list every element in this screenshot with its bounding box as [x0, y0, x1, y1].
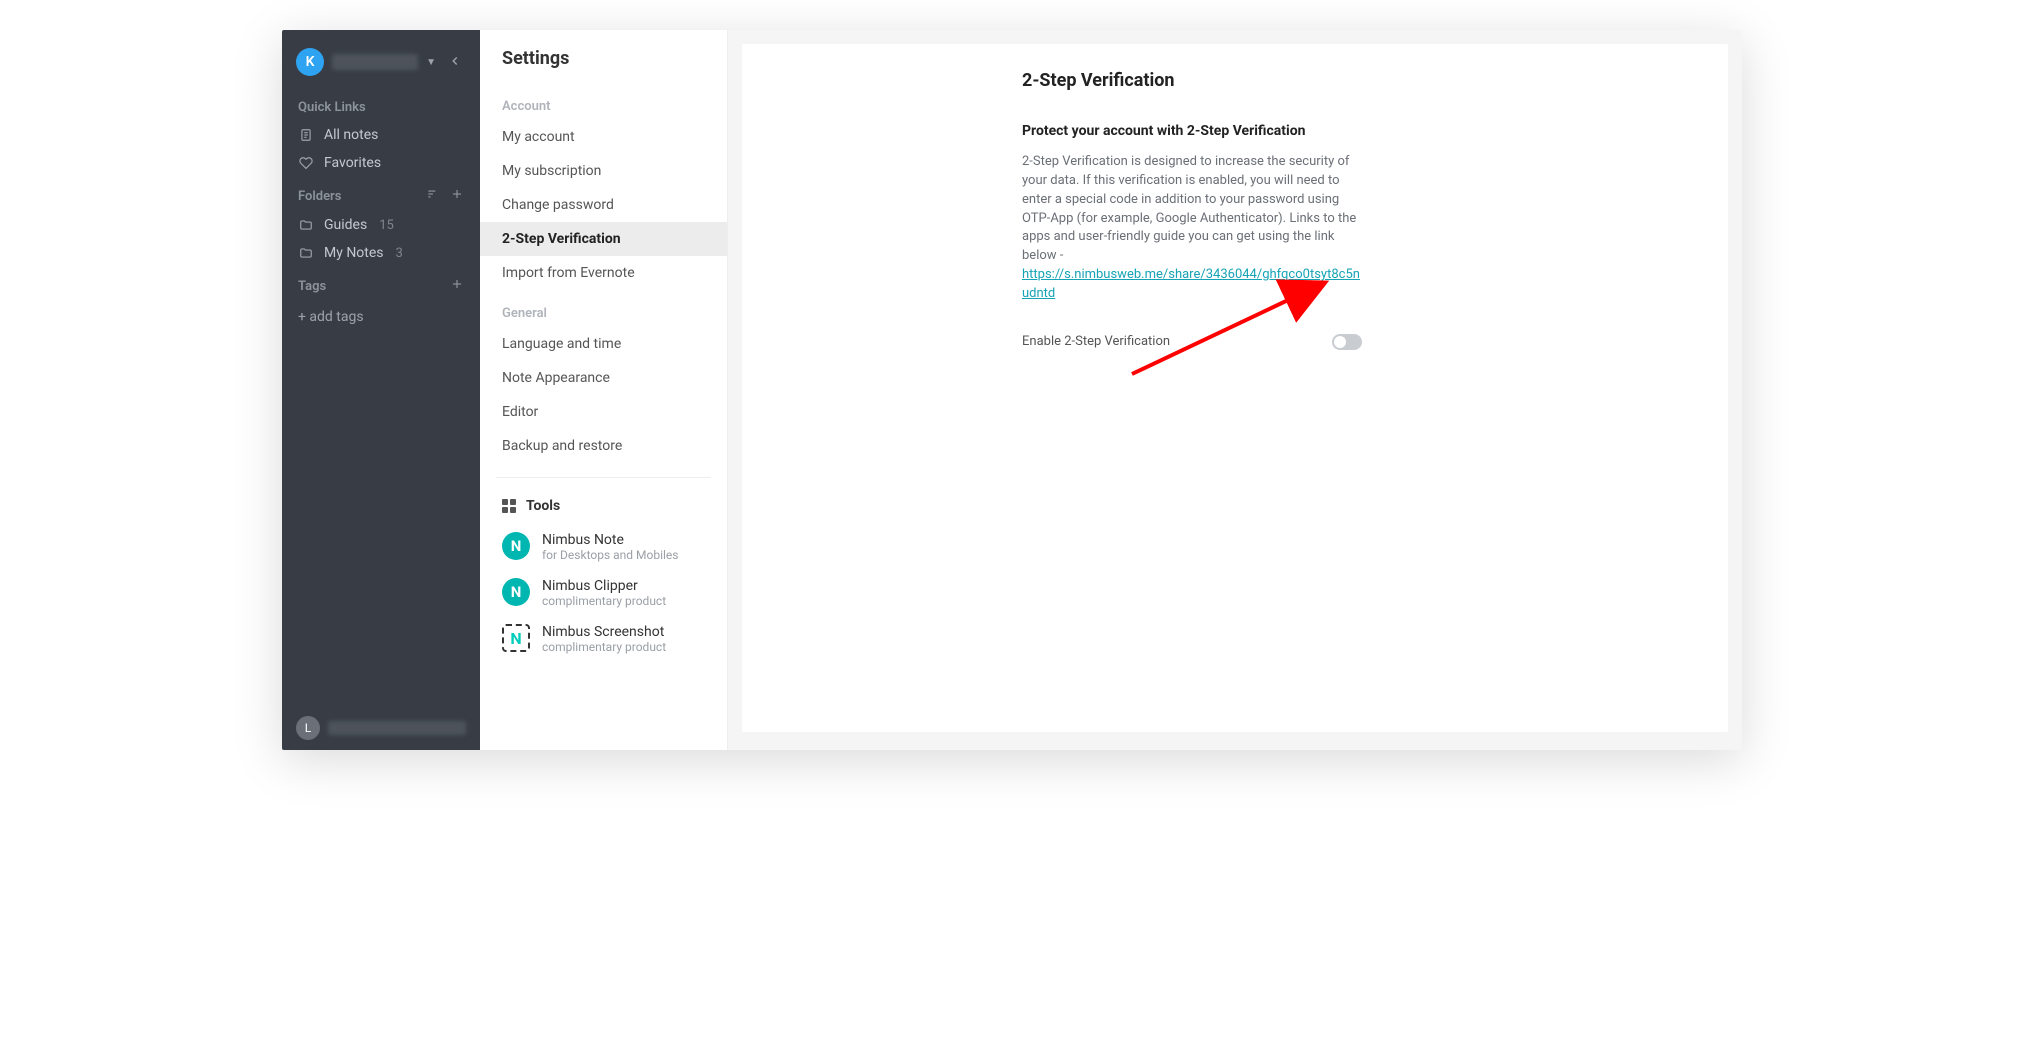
- settings-item-import-evernote[interactable]: Import from Evernote: [480, 256, 727, 290]
- tool-nimbus-screenshot[interactable]: N Nimbus Screenshot complimentary produc…: [480, 616, 727, 662]
- quick-links-label: Quick Links: [298, 100, 366, 115]
- note-icon: [298, 127, 314, 143]
- heart-icon: [298, 155, 314, 171]
- folders-label: Folders: [298, 189, 341, 204]
- settings-item-language-time[interactable]: Language and time: [480, 327, 727, 361]
- settings-item-my-subscription[interactable]: My subscription: [480, 154, 727, 188]
- secondary-name-redacted: [328, 721, 466, 735]
- tool-sub: complimentary product: [542, 594, 666, 608]
- add-tags-button[interactable]: + add tags: [282, 301, 480, 333]
- user-menu[interactable]: K ▼: [282, 42, 480, 90]
- nimbus-clipper-icon: N: [502, 578, 530, 606]
- add-folder-icon[interactable]: [450, 187, 464, 205]
- folder-item-guides[interactable]: Guides 15: [282, 211, 480, 239]
- sidebar-item-favorites[interactable]: Favorites: [282, 149, 480, 177]
- group-label-account: Account: [480, 93, 727, 120]
- sidebar-item-label: All notes: [324, 127, 378, 143]
- settings-item-backup-restore[interactable]: Backup and restore: [480, 429, 727, 463]
- tools-header: Tools: [480, 492, 727, 524]
- sort-icon[interactable]: [426, 187, 440, 205]
- settings-item-my-account[interactable]: My account: [480, 120, 727, 154]
- group-label-general: General: [480, 300, 727, 327]
- app-window: K ▼ Quick Links All notes Favorites Fold…: [282, 30, 1742, 750]
- secondary-avatar: L: [296, 716, 320, 740]
- tool-title: Nimbus Screenshot: [542, 624, 666, 640]
- caret-down-icon[interactable]: ▼: [426, 57, 436, 68]
- description-text: 2-Step Verification is designed to incre…: [1022, 154, 1356, 263]
- nimbus-screenshot-icon: N: [502, 624, 530, 652]
- folders-header: Folders: [282, 177, 480, 211]
- toggle-label: Enable 2-Step Verification: [1022, 334, 1170, 349]
- sidebar-item-all-notes[interactable]: All notes: [282, 121, 480, 149]
- folder-icon: [298, 245, 314, 261]
- content-card: 2-Step Verification Protect your account…: [742, 44, 1728, 732]
- page-subheading: Protect your account with 2-Step Verific…: [1022, 123, 1688, 139]
- help-link[interactable]: https://s.nimbusweb.me/share/3436044/ghf…: [1022, 267, 1360, 301]
- enable-2fa-row: Enable 2-Step Verification: [1022, 334, 1362, 350]
- separator: [496, 477, 711, 478]
- settings-sidebar: Settings Account My account My subscript…: [480, 30, 728, 750]
- tags-label: Tags: [298, 279, 326, 294]
- page-title: 2-Step Verification: [1022, 70, 1688, 91]
- folder-name: My Notes: [324, 245, 384, 261]
- settings-item-note-appearance[interactable]: Note Appearance: [480, 361, 727, 395]
- tool-title: Nimbus Note: [542, 532, 678, 548]
- folder-name: Guides: [324, 217, 367, 233]
- content-area: 2-Step Verification Protect your account…: [728, 30, 1742, 750]
- tool-nimbus-note[interactable]: N Nimbus Note for Desktops and Mobiles: [480, 524, 727, 570]
- secondary-user[interactable]: L: [282, 716, 480, 740]
- folder-icon: [298, 217, 314, 233]
- tool-title: Nimbus Clipper: [542, 578, 666, 594]
- settings-item-2step[interactable]: 2-Step Verification: [480, 222, 727, 256]
- tags-header: Tags: [282, 267, 480, 301]
- add-tag-icon[interactable]: [450, 277, 464, 295]
- user-avatar: K: [296, 48, 324, 76]
- settings-item-editor[interactable]: Editor: [480, 395, 727, 429]
- quick-links-header: Quick Links: [282, 90, 480, 121]
- toggle-knob: [1334, 336, 1346, 348]
- tool-nimbus-clipper[interactable]: N Nimbus Clipper complimentary product: [480, 570, 727, 616]
- page-description: 2-Step Verification is designed to incre…: [1022, 153, 1362, 304]
- user-name-redacted: [332, 54, 418, 70]
- folder-count: 15: [379, 218, 394, 233]
- collapse-sidebar-icon[interactable]: [444, 52, 466, 73]
- enable-2fa-toggle[interactable]: [1332, 334, 1362, 350]
- settings-item-change-password[interactable]: Change password: [480, 188, 727, 222]
- nimbus-note-icon: N: [502, 532, 530, 560]
- folder-count: 3: [396, 246, 403, 261]
- primary-sidebar: K ▼ Quick Links All notes Favorites Fold…: [282, 30, 480, 750]
- settings-title: Settings: [480, 48, 727, 93]
- grid-icon: [502, 499, 516, 513]
- tools-label: Tools: [526, 498, 560, 514]
- sidebar-item-label: Favorites: [324, 155, 381, 171]
- folder-item-my-notes[interactable]: My Notes 3: [282, 239, 480, 267]
- tool-sub: complimentary product: [542, 640, 666, 654]
- tool-sub: for Desktops and Mobiles: [542, 548, 678, 562]
